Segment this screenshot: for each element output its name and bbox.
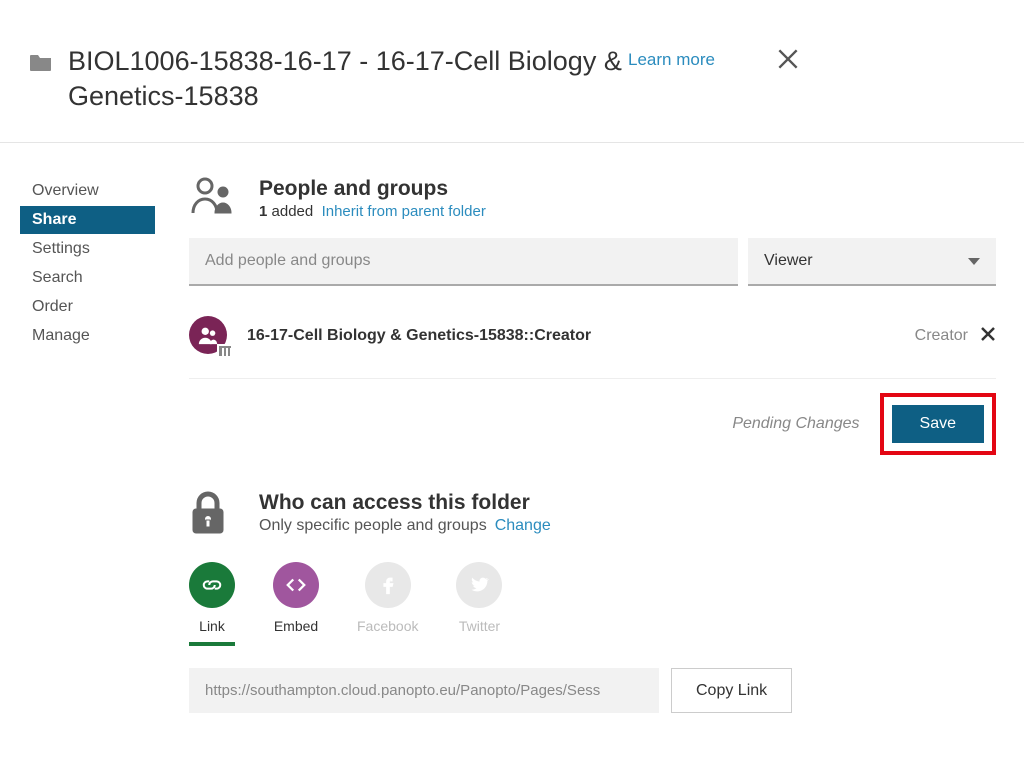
copy-link-button[interactable]: Copy Link (671, 668, 792, 713)
facebook-icon (365, 562, 411, 608)
people-count: 1 (259, 203, 267, 220)
change-access-link[interactable]: Change (495, 517, 551, 534)
share-option-facebook: Facebook (357, 562, 418, 646)
role-select-value: Viewer (764, 252, 813, 270)
permission-row: 16-17-Cell Biology & Genetics-15838::Cre… (189, 296, 996, 379)
access-subtitle: Only specific people and groups Change (259, 517, 551, 535)
learn-more-link[interactable]: Learn more (628, 50, 715, 70)
share-option-twitter: Twitter (456, 562, 502, 646)
save-button[interactable]: Save (892, 405, 984, 443)
share-option-label: Embed (274, 618, 318, 634)
embed-icon (273, 562, 319, 608)
org-badge-icon (217, 344, 233, 358)
people-added-word: added (272, 203, 314, 220)
sidebar-item-search[interactable]: Search (20, 264, 155, 292)
access-title: Who can access this folder (259, 491, 551, 515)
pending-changes-label: Pending Changes (732, 415, 859, 433)
people-subtitle: 1 added Inherit from parent folder (259, 203, 486, 220)
share-option-embed[interactable]: Embed (273, 562, 319, 646)
sidebar-item-settings[interactable]: Settings (20, 235, 155, 263)
group-avatar (189, 316, 229, 356)
sidebar: Overview Share Settings Search Order Man… (0, 177, 155, 713)
close-button[interactable] (775, 46, 801, 77)
save-highlight-annotation: Save (880, 393, 996, 455)
link-icon (189, 562, 235, 608)
people-section-header: People and groups 1 added Inherit from p… (189, 177, 996, 220)
access-subtitle-text: Only specific people and groups (259, 517, 487, 534)
remove-permission-button[interactable] (980, 326, 996, 347)
folder-icon (28, 52, 54, 72)
sidebar-item-share[interactable]: Share (20, 206, 155, 234)
inherit-link[interactable]: Inherit from parent folder (322, 203, 486, 220)
permission-role: Creator (915, 327, 968, 345)
share-option-label: Twitter (459, 618, 500, 634)
share-option-link[interactable]: Link (189, 562, 235, 646)
add-people-input[interactable] (189, 238, 738, 286)
share-options: Link Embed Facebook Twitter (189, 562, 996, 646)
permission-name: 16-17-Cell Biology & Genetics-15838::Cre… (247, 327, 915, 345)
sidebar-item-order[interactable]: Order (20, 293, 155, 321)
people-icon (189, 177, 241, 220)
sidebar-item-manage[interactable]: Manage (20, 322, 155, 350)
share-option-label: Facebook (357, 618, 418, 634)
twitter-icon (456, 562, 502, 608)
lock-icon (189, 491, 241, 540)
page-title: BIOL1006-15838-16-17 - 16-17-Cell Biolog… (68, 44, 628, 114)
share-url-input[interactable] (189, 668, 659, 713)
role-select[interactable]: Viewer (748, 238, 996, 286)
chevron-down-icon (968, 258, 980, 265)
dialog-header: BIOL1006-15838-16-17 - 16-17-Cell Biolog… (0, 0, 1024, 143)
access-section-header: Who can access this folder Only specific… (189, 491, 996, 540)
sidebar-item-overview[interactable]: Overview (20, 177, 155, 205)
people-title: People and groups (259, 177, 486, 201)
share-option-label: Link (199, 618, 225, 634)
